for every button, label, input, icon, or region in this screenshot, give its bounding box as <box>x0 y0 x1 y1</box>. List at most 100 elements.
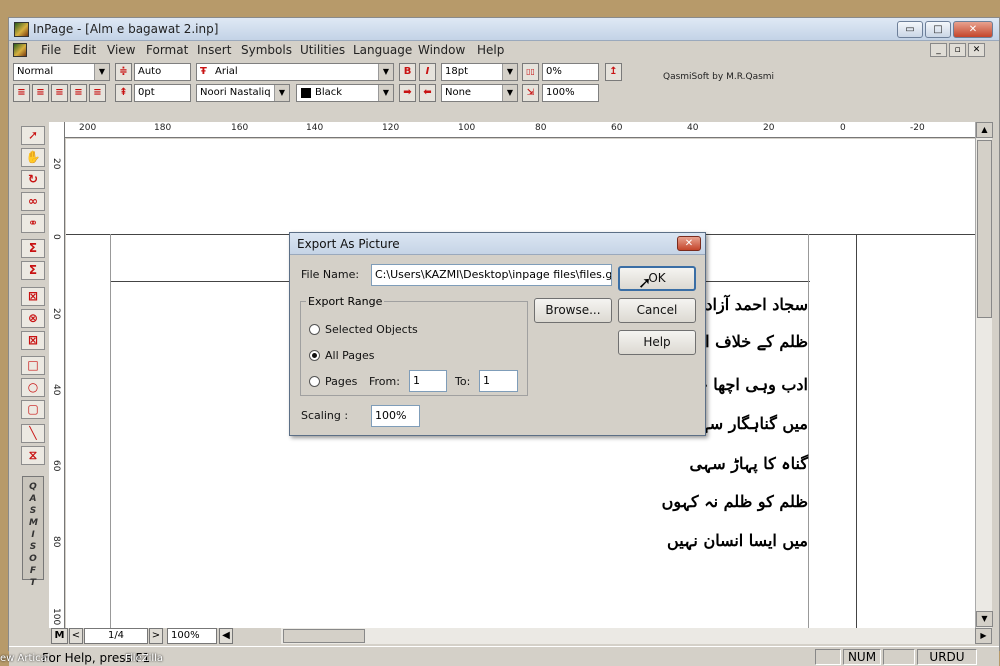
chevron-down-icon[interactable]: ▼ <box>502 85 517 101</box>
qasmisoft-label: QASMISOFT <box>29 482 38 588</box>
radio-pages[interactable] <box>309 376 320 387</box>
scale-field[interactable]: 100% <box>542 84 599 102</box>
dialog-close-icon[interactable]: ✕ <box>677 236 701 251</box>
master-page-button[interactable]: M <box>51 628 68 644</box>
radio-all-pages[interactable] <box>309 350 320 361</box>
menu-edit[interactable]: Edit <box>73 43 96 57</box>
indent-icon[interactable]: ⇞ <box>115 84 132 102</box>
box-frame-icon[interactable]: ⊠ <box>21 287 45 306</box>
mdi-minimize-button[interactable]: _ <box>930 43 947 57</box>
link-icon[interactable]: ∞ <box>21 192 45 211</box>
chevron-down-icon[interactable]: ▼ <box>378 85 393 101</box>
menu-language[interactable]: Language <box>353 43 412 57</box>
arrow-right-icon[interactable]: ➡ <box>399 84 416 102</box>
circle-frame-icon[interactable]: ⊗ <box>21 309 45 328</box>
arrow-left-icon[interactable]: ⬅ <box>419 84 436 102</box>
document-icon[interactable] <box>13 43 27 57</box>
chevron-down-icon[interactable]: ▼ <box>502 64 517 80</box>
tracking-field[interactable]: 0% <box>542 63 599 81</box>
menu-window[interactable]: Window <box>418 43 465 57</box>
color-select[interactable]: Black ▼ <box>296 84 394 102</box>
align-right-icon[interactable]: ≡ <box>13 84 30 102</box>
bold-button[interactable]: B <box>399 63 416 81</box>
zoom-field[interactable]: 100% <box>167 628 217 644</box>
align-left-icon[interactable]: ≡ <box>51 84 68 102</box>
mdi-close-button[interactable]: ✕ <box>968 43 985 57</box>
align-center-icon[interactable]: ≡ <box>32 84 49 102</box>
shade-select[interactable]: None ▼ <box>441 84 518 102</box>
unlink-icon[interactable]: ⚭ <box>21 214 45 233</box>
from-label: From: <box>369 375 400 388</box>
urdu-line[interactable]: گناہ کا پہاڑ سہی <box>678 454 808 473</box>
help-button[interactable]: Help <box>618 330 696 355</box>
scroll-right-icon[interactable]: ▶ <box>975 628 992 644</box>
font-select[interactable]: Ŧ Arial ▼ <box>196 63 394 81</box>
status-panel-blank <box>815 649 841 665</box>
urdu-line[interactable]: ظلم کو ظلم نہ کہوں <box>662 492 808 511</box>
horizontal-scroll-thumb[interactable] <box>283 629 365 643</box>
desktop-icon-label[interactable]: ew Artical <box>0 653 50 664</box>
cancel-button[interactable]: Cancel <box>618 298 696 323</box>
prev-page-icon[interactable]: < <box>69 628 83 644</box>
ellipse-icon[interactable]: ○ <box>21 378 45 397</box>
leading-icon[interactable]: ≑ <box>115 63 132 81</box>
line-icon[interactable]: ╲ <box>21 424 45 443</box>
toolbox: ➚ ✋ ↻ ∞ ⚭ Σ Σ ⊠ ⊗ ⊠ □ ○ ▢ ╲ ⧖ QASMISOFT <box>19 126 48 588</box>
vertical-scroll-thumb[interactable] <box>977 140 992 318</box>
all-pages-label: All Pages <box>325 349 375 362</box>
browse-button[interactable]: Browse... <box>534 298 612 323</box>
urdu-font-select[interactable]: Noori Nastaliq ▼ <box>196 84 290 102</box>
menu-file[interactable]: File <box>41 43 61 57</box>
menu-utilities[interactable]: Utilities <box>300 43 345 57</box>
vertical-scrollbar[interactable]: ▲ ▼ <box>975 122 993 628</box>
pointer-icon[interactable]: ➚ <box>21 126 45 145</box>
justify-icon[interactable]: ≡ <box>70 84 87 102</box>
mdi-restore-button[interactable]: ▫ <box>949 43 966 57</box>
horizontal-scrollbar[interactable]: ▶ <box>281 628 992 644</box>
rounded-rect-icon[interactable]: ▢ <box>21 400 45 419</box>
english-text-icon[interactable]: Σ <box>21 261 45 280</box>
scroll-left-icon[interactable]: ◀ <box>219 628 233 644</box>
tracking-icon[interactable]: ▯▯ <box>522 63 539 81</box>
rectangle-icon[interactable]: □ <box>21 356 45 375</box>
indent-field[interactable]: 0pt <box>134 84 191 102</box>
size-select[interactable]: 18pt ▼ <box>441 63 518 81</box>
rotate-icon[interactable]: ↻ <box>21 170 45 189</box>
next-page-icon[interactable]: > <box>149 628 163 644</box>
menu-symbols[interactable]: Symbols <box>241 43 292 57</box>
ok-button[interactable]: OK <box>618 266 696 291</box>
rounded-frame-icon[interactable]: ⊠ <box>21 331 45 350</box>
hand-icon[interactable]: ✋ <box>21 148 45 167</box>
app-icon <box>14 22 29 37</box>
radio-selected-objects[interactable] <box>309 324 320 335</box>
baseline-icon[interactable]: ↥ <box>605 63 622 81</box>
scaling-input[interactable]: 100% <box>371 405 420 427</box>
menu-format[interactable]: Format <box>146 43 188 57</box>
chevron-down-icon[interactable]: ▼ <box>378 64 393 80</box>
style-select[interactable]: Normal ▼ <box>13 63 110 81</box>
ruler-tick: 100 <box>51 608 61 626</box>
urdu-text-icon[interactable]: Σ <box>21 239 45 258</box>
from-input[interactable]: 1 <box>409 370 447 392</box>
scale-icon[interactable]: ⇲ <box>522 84 539 102</box>
minimize-button[interactable]: ▭ <box>897 21 923 38</box>
scroll-down-icon[interactable]: ▼ <box>976 611 993 627</box>
file-name-input[interactable]: C:\Users\KAZMI\Desktop\inpage files\file… <box>371 264 612 286</box>
menu-view[interactable]: View <box>107 43 135 57</box>
justify-all-icon[interactable]: ≡ <box>89 84 106 102</box>
menu-help[interactable]: Help <box>477 43 504 57</box>
to-input[interactable]: 1 <box>479 370 518 392</box>
title-bar: InPage - [Alm e bagawat 2.inp] ▭ □ ✕ <box>9 18 999 41</box>
italic-button[interactable]: I <box>419 63 436 81</box>
page-indicator[interactable]: 1/4 <box>84 628 148 644</box>
desktop-icon-label[interactable]: FileZilla <box>125 653 163 664</box>
maximize-button[interactable]: □ <box>925 21 951 38</box>
menu-insert[interactable]: Insert <box>197 43 231 57</box>
chevron-down-icon[interactable]: ▼ <box>274 85 289 101</box>
scroll-up-icon[interactable]: ▲ <box>976 122 993 138</box>
urdu-line[interactable]: میں ایسا انسان نہیں <box>667 531 808 550</box>
leading-field[interactable]: Auto <box>134 63 191 81</box>
chevron-down-icon[interactable]: ▼ <box>94 64 109 80</box>
close-button[interactable]: ✕ <box>953 21 993 38</box>
hourglass-icon[interactable]: ⧖ <box>21 446 45 465</box>
